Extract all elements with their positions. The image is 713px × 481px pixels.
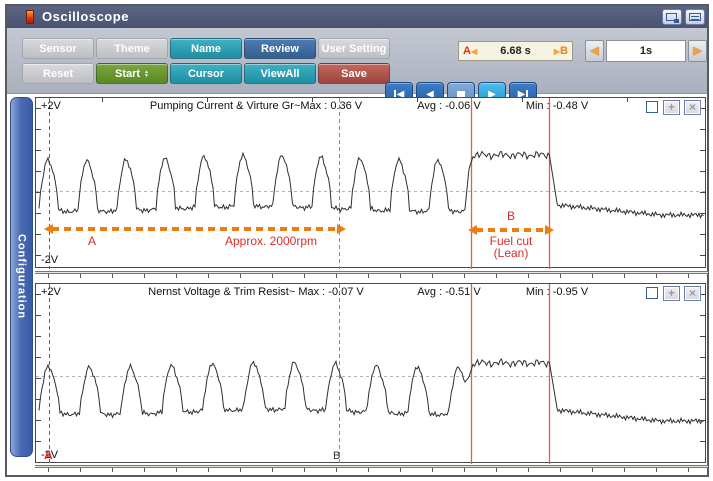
channel-avg: Avg : -0.06 V	[417, 100, 481, 112]
cursor-a-marker[interactable]: A	[44, 448, 53, 462]
channel-title-max: Pumping Current & Virture Gr~Max : 0.36 …	[149, 100, 363, 112]
plus-icon: +	[667, 286, 675, 300]
user-setting-button[interactable]: User Setting	[318, 38, 390, 59]
cursor-button[interactable]: Cursor	[170, 63, 242, 84]
range-a-arrow	[44, 224, 346, 234]
channel-avg: Avg : -0.51 V	[417, 286, 481, 298]
theme-button[interactable]: Theme	[96, 38, 168, 59]
left-axis-ticks	[36, 108, 41, 259]
time-step-increase-button[interactable]: ▶	[688, 40, 707, 62]
configuration-label: Configuration	[15, 234, 28, 320]
close-icon: ×	[688, 100, 696, 114]
ab-time-value: 6.68 s	[500, 45, 531, 57]
waveform-plot-2	[36, 284, 707, 464]
scope-panel-pumping-current: +2V Pumping Current & Virture Gr~Max : 0…	[35, 97, 707, 269]
viewall-button[interactable]: ViewAll	[244, 63, 316, 84]
left-arrow-icon: ◀	[590, 45, 599, 57]
review-button[interactable]: Review	[244, 38, 316, 59]
cursor-b-marker[interactable]: B	[333, 450, 340, 462]
window-restore-icon	[666, 13, 679, 23]
annotation-a: A	[88, 234, 97, 248]
add-channel-button[interactable]: +	[663, 100, 680, 115]
channel-min: Min : -0.48 V	[525, 100, 589, 112]
channel-checkbox[interactable]	[646, 287, 658, 299]
sensor-button[interactable]: Sensor	[22, 38, 94, 59]
annotation-rpm: Approx. 2000rpm	[224, 234, 318, 248]
toolbar: Sensor Theme Name Review User Setting Re…	[7, 28, 707, 107]
start-button-label: Start	[114, 68, 141, 80]
time-step-value[interactable]: 1s	[606, 40, 686, 62]
x-axis-panel-2	[35, 465, 708, 472]
save-button[interactable]: Save	[318, 63, 390, 84]
y-max-label: +2V	[41, 286, 61, 298]
left-axis-ticks	[36, 294, 41, 454]
channel-min: Min : -0.95 V	[525, 286, 589, 298]
plus-icon: +	[667, 100, 675, 114]
right-axis-ticks	[700, 294, 705, 454]
y-max-label: +2V	[41, 100, 61, 112]
annotation-b: B	[506, 209, 515, 223]
ab-time-readout[interactable]: A ◀ 6.68 s ▶ B	[458, 41, 573, 61]
window-title: Oscilloscope	[42, 9, 129, 24]
close-channel-button[interactable]: ×	[684, 100, 701, 115]
oscilloscope-window: Oscilloscope Sensor Theme Name Review Us…	[5, 4, 709, 477]
range-b-arrow	[468, 225, 554, 235]
y-min-label: -2V	[41, 254, 59, 266]
window-restore-button[interactable]	[662, 9, 682, 25]
spinner-arrows-icon: ▲ ▼	[144, 69, 149, 80]
cursor-b-label: B	[560, 45, 568, 57]
name-button[interactable]: Name	[170, 38, 242, 59]
window-layout-icon	[689, 13, 701, 21]
annotation-lean: (Lean)	[493, 246, 529, 260]
close-icon: ×	[688, 286, 696, 300]
cursor-a-label: A	[463, 45, 471, 57]
x-axis-panel-1	[35, 271, 708, 278]
add-channel-button[interactable]: +	[663, 286, 680, 301]
start-button[interactable]: Start ▲ ▼	[96, 63, 168, 84]
title-bar: Oscilloscope	[7, 6, 707, 28]
app-icon	[26, 10, 34, 24]
close-channel-button[interactable]: ×	[684, 286, 701, 301]
waveform-plot-1	[36, 98, 707, 269]
scope-panel-nernst-voltage: +2V Nernst Voltage & Trim Resist~ Max : …	[35, 283, 707, 464]
right-axis-ticks	[700, 108, 705, 259]
channel-title-max: Nernst Voltage & Trim Resist~ Max : -0.0…	[148, 286, 364, 298]
channel-checkbox[interactable]	[646, 101, 658, 113]
time-step-decrease-button[interactable]: ◀	[585, 40, 604, 62]
reset-button[interactable]: Reset	[22, 63, 94, 84]
right-arrow-icon: ▶	[693, 45, 702, 57]
window-layout-button[interactable]	[685, 9, 705, 25]
configuration-sidebar-tab[interactable]: Configuration	[10, 97, 33, 457]
